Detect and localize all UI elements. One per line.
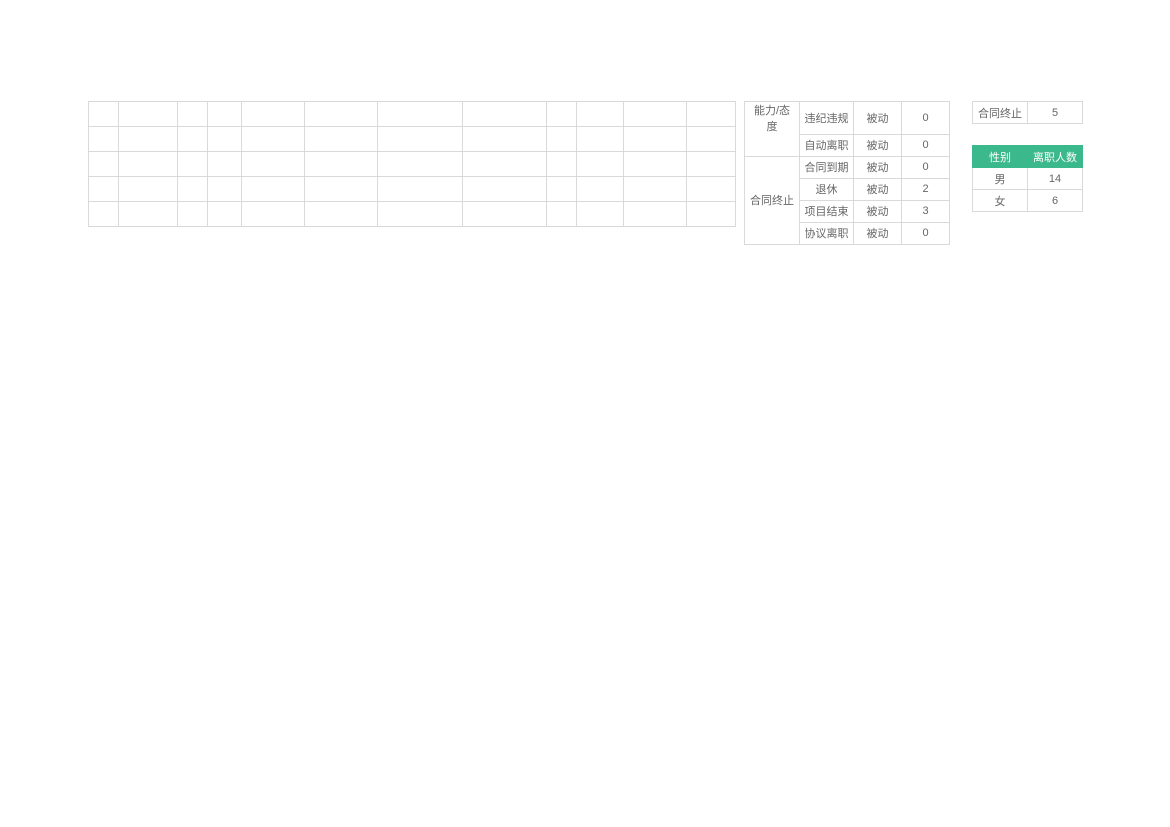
count-cell: 0 xyxy=(902,156,950,178)
group-label-spacer xyxy=(745,134,800,156)
empty-cell xyxy=(208,152,242,177)
empty-cell xyxy=(687,177,736,202)
reason-cell: 违纪违规 xyxy=(800,102,854,135)
empty-cell xyxy=(178,127,208,152)
summary-label: 合同终止 xyxy=(973,102,1028,124)
empty-cell xyxy=(119,152,178,177)
gender-header: 性别 xyxy=(973,146,1028,168)
mode-cell: 被动 xyxy=(854,200,902,222)
empty-cell xyxy=(89,152,119,177)
reason-cell: 自动离职 xyxy=(800,134,854,156)
reason-cell: 合同到期 xyxy=(800,156,854,178)
empty-cell xyxy=(242,202,305,227)
reason-cell: 退休 xyxy=(800,178,854,200)
empty-cell xyxy=(577,202,624,227)
empty-cell xyxy=(89,202,119,227)
empty-cell xyxy=(378,127,463,152)
empty-cell xyxy=(242,102,305,127)
empty-cell xyxy=(463,152,547,177)
empty-cell xyxy=(178,102,208,127)
mode-cell: 被动 xyxy=(854,222,902,244)
count-cell: 0 xyxy=(902,222,950,244)
gender-label: 女 xyxy=(973,190,1028,212)
contract-end-summary-table: 合同终止 5 xyxy=(972,101,1083,124)
empty-cell xyxy=(463,127,547,152)
empty-cell xyxy=(305,177,378,202)
empty-cell xyxy=(624,102,687,127)
mode-cell: 被动 xyxy=(854,156,902,178)
empty-cell xyxy=(547,202,577,227)
mode-cell: 被动 xyxy=(854,102,902,135)
termination-reasons-table: 能力/态度 违纪违规 被动 0 自动离职 被动 0 合同终止 合同到期 被动 0… xyxy=(744,101,950,245)
empty-cell xyxy=(577,102,624,127)
mode-cell: 被动 xyxy=(854,134,902,156)
empty-cell xyxy=(624,127,687,152)
gender-departure-table: 性别 离职人数 男 14 女 6 xyxy=(972,145,1083,212)
empty-cell xyxy=(378,202,463,227)
gender-value: 14 xyxy=(1028,168,1083,190)
empty-cell xyxy=(378,177,463,202)
empty-cell xyxy=(208,127,242,152)
group-label-contract-end: 合同终止 xyxy=(745,156,800,244)
empty-cell xyxy=(119,177,178,202)
empty-cell xyxy=(463,102,547,127)
empty-cell xyxy=(242,127,305,152)
empty-cell xyxy=(577,127,624,152)
gender-label: 男 xyxy=(973,168,1028,190)
empty-cell xyxy=(624,202,687,227)
empty-cell xyxy=(119,102,178,127)
mode-cell: 被动 xyxy=(854,178,902,200)
count-cell: 2 xyxy=(902,178,950,200)
empty-cell xyxy=(305,127,378,152)
empty-cell xyxy=(178,202,208,227)
empty-cell xyxy=(577,177,624,202)
empty-cell xyxy=(463,177,547,202)
empty-cell xyxy=(547,102,577,127)
empty-grid-table xyxy=(88,101,736,227)
count-cell: 3 xyxy=(902,200,950,222)
empty-cell xyxy=(547,177,577,202)
empty-cell xyxy=(89,177,119,202)
reason-cell: 协议离职 xyxy=(800,222,854,244)
empty-cell xyxy=(624,152,687,177)
empty-cell xyxy=(242,177,305,202)
gender-value: 6 xyxy=(1028,190,1083,212)
reason-cell: 项目结束 xyxy=(800,200,854,222)
empty-cell xyxy=(89,102,119,127)
group-label-ability: 能力/态度 xyxy=(745,102,800,135)
empty-cell xyxy=(242,152,305,177)
count-header: 离职人数 xyxy=(1028,146,1083,168)
empty-cell xyxy=(463,202,547,227)
empty-cell xyxy=(378,102,463,127)
empty-cell xyxy=(208,202,242,227)
empty-cell xyxy=(119,202,178,227)
count-cell: 0 xyxy=(902,134,950,156)
empty-cell xyxy=(305,152,378,177)
empty-cell xyxy=(547,127,577,152)
empty-cell xyxy=(305,102,378,127)
empty-cell xyxy=(687,102,736,127)
empty-cell xyxy=(119,127,178,152)
empty-cell xyxy=(547,152,577,177)
empty-cell xyxy=(687,152,736,177)
empty-cell xyxy=(624,177,687,202)
empty-cell xyxy=(208,102,242,127)
empty-cell xyxy=(687,202,736,227)
empty-cell xyxy=(208,177,242,202)
empty-cell xyxy=(178,152,208,177)
empty-cell xyxy=(178,177,208,202)
empty-cell xyxy=(687,127,736,152)
empty-cell xyxy=(378,152,463,177)
count-cell: 0 xyxy=(902,102,950,135)
empty-cell xyxy=(577,152,624,177)
summary-value: 5 xyxy=(1028,102,1083,124)
empty-cell xyxy=(305,202,378,227)
empty-cell xyxy=(89,127,119,152)
